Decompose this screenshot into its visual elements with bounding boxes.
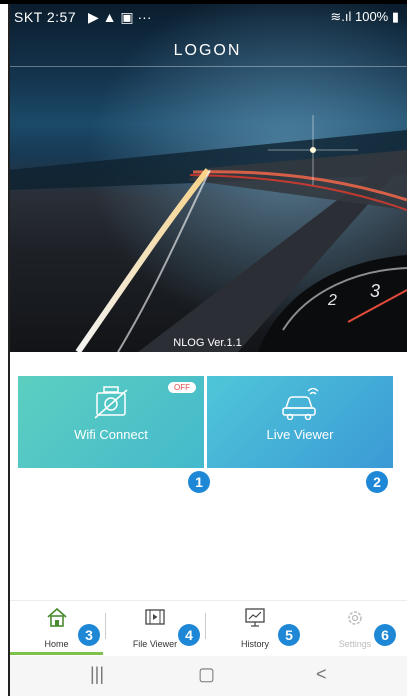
wifi-off-badge: OFF [168, 382, 196, 393]
back-icon[interactable]: < [316, 664, 327, 685]
callout-1: 1 [188, 471, 210, 493]
svg-text:3: 3 [370, 281, 380, 301]
frame-left-border [8, 0, 10, 696]
hero-banner: 2 3 SKT 2:57 ▶ ▲ ▣ ··· ≋.ıl 100% ▮ LOGON… [8, 0, 407, 352]
callout-5: 5 [278, 624, 300, 646]
live-viewer-tile[interactable]: Live Viewer [207, 376, 393, 468]
app-version: NLOG Ver.1.1 [173, 337, 242, 349]
dashcam-icon [94, 386, 128, 419]
callout-4: 4 [178, 624, 200, 646]
car-wifi-icon [282, 387, 319, 420]
svg-text:2: 2 [327, 292, 337, 309]
nav-divider [105, 613, 106, 639]
chart-board-icon [245, 608, 265, 627]
status-carrier-time: SKT 2:57 [14, 9, 77, 25]
system-navigation-bar: ||| ▢ < [10, 656, 407, 696]
recent-apps-icon[interactable]: ||| [90, 664, 104, 685]
home-icon [46, 607, 67, 627]
signal-icon: ≋.ıl [330, 9, 355, 24]
title-divider [8, 66, 407, 67]
status-battery: 100% [354, 9, 389, 24]
notification-icons: ▶ ▲ ▣ ··· [88, 9, 152, 25]
callout-6: 6 [374, 624, 396, 646]
battery-icon: ▮ [388, 9, 399, 24]
callout-3: 3 [78, 624, 100, 646]
status-battery-group: ≋.ıl 100% ▮ [330, 9, 399, 25]
status-bar: SKT 2:57 ▶ ▲ ▣ ··· ≋.ıl 100% ▮ [8, 6, 407, 28]
bottom-navigation: Home File Viewer History Settings 3 4 5 … [10, 600, 407, 655]
wifi-connect-tile[interactable]: OFF Wifi Connect [18, 376, 204, 468]
gear-icon [348, 611, 362, 625]
wifi-connect-label: Wifi Connect [74, 427, 148, 442]
film-icon [145, 609, 165, 625]
app-title: LOGON [173, 42, 242, 59]
callout-2: 2 [366, 471, 388, 493]
home-active-indicator [10, 652, 103, 655]
live-viewer-label: Live Viewer [266, 427, 334, 442]
frame-top-border [0, 0, 407, 4]
nav-divider [205, 613, 206, 639]
home-button-icon[interactable]: ▢ [198, 664, 215, 685]
